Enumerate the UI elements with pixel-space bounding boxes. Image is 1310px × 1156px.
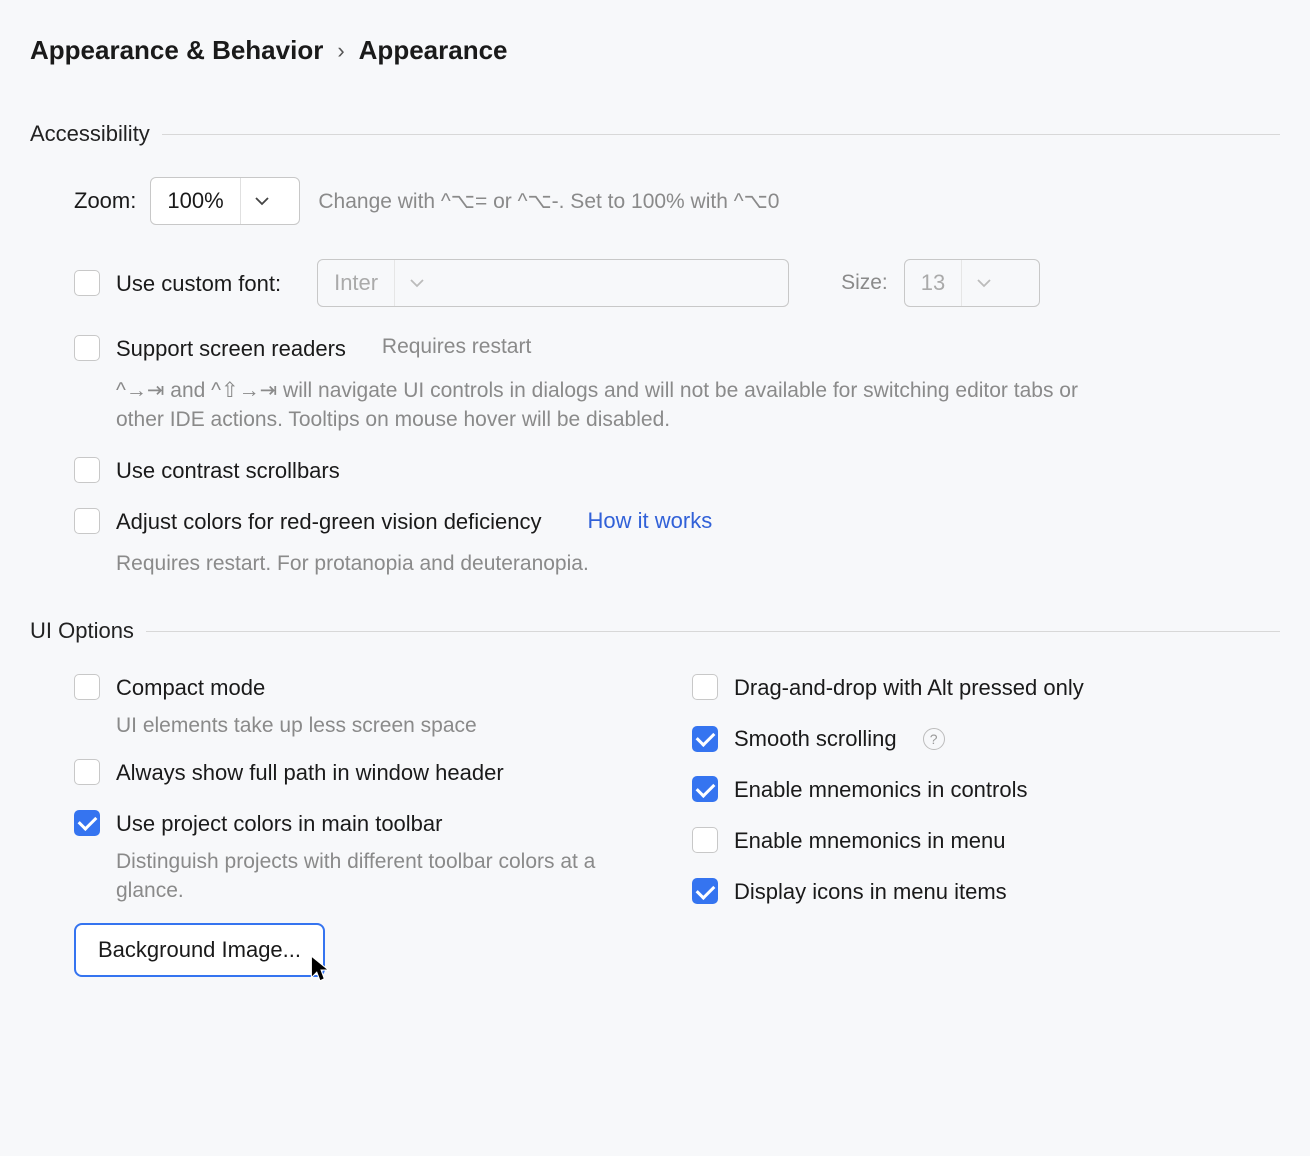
chevron-right-icon: › <box>337 38 344 64</box>
dnd-alt-label: Drag-and-drop with Alt pressed only <box>734 674 1084 701</box>
section-title: UI Options <box>30 618 134 644</box>
screen-readers-label: Support screen readers <box>116 335 346 362</box>
compact-mode-label: Compact mode <box>116 674 265 701</box>
chevron-down-icon[interactable] <box>394 260 438 306</box>
checkbox-full-path[interactable] <box>74 759 100 785</box>
section-title: Accessibility <box>30 121 150 147</box>
font-family-value: Inter <box>318 260 394 306</box>
checkbox-use-custom-font[interactable] <box>74 270 100 296</box>
chevron-down-icon[interactable] <box>240 178 284 224</box>
checkbox-compact-mode[interactable] <box>74 674 100 700</box>
compact-mode-desc: UI elements take up less screen space <box>116 711 662 740</box>
checkbox-screen-readers[interactable] <box>74 335 100 361</box>
help-icon[interactable]: ? <box>923 728 945 750</box>
custom-font-label: Use custom font: <box>116 270 281 297</box>
full-path-label: Always show full path in window header <box>116 759 504 786</box>
mnemonics-menu-label: Enable mnemonics in menu <box>734 827 1005 854</box>
mnemonics-controls-label: Enable mnemonics in controls <box>734 776 1027 803</box>
requires-restart-badge: Requires restart <box>382 335 531 359</box>
font-size-label: Size: <box>841 271 888 295</box>
checkbox-mnemonics-controls[interactable] <box>692 776 718 802</box>
display-icons-label: Display icons in menu items <box>734 878 1007 905</box>
checkbox-project-colors[interactable] <box>74 810 100 836</box>
checkbox-mnemonics-menu[interactable] <box>692 827 718 853</box>
breadcrumb: Appearance & Behavior › Appearance <box>30 35 1280 66</box>
font-size-value: 13 <box>905 260 961 306</box>
smooth-scrolling-label: Smooth scrolling <box>734 725 897 752</box>
section-accessibility: Accessibility <box>30 121 1280 147</box>
checkbox-display-icons[interactable] <box>692 878 718 904</box>
breadcrumb-current: Appearance <box>359 35 508 66</box>
contrast-scrollbars-label: Use contrast scrollbars <box>116 457 340 484</box>
checkbox-smooth-scrolling[interactable] <box>692 726 718 752</box>
background-image-button[interactable]: Background Image... <box>74 923 325 977</box>
zoom-hint: Change with ^⌥= or ^⌥-. Set to 100% with… <box>318 189 779 214</box>
checkbox-dnd-alt[interactable] <box>692 674 718 700</box>
zoom-value: 100% <box>151 178 239 224</box>
chevron-down-icon[interactable] <box>961 260 1005 306</box>
zoom-combo[interactable]: 100% <box>150 177 300 225</box>
color-adjust-desc: Requires restart. For protanopia and deu… <box>116 549 1096 578</box>
color-adjust-label: Adjust colors for red-green vision defic… <box>116 508 542 535</box>
divider <box>146 631 1280 632</box>
project-colors-desc: Distinguish projects with different tool… <box>116 847 596 906</box>
font-family-combo[interactable]: Inter <box>317 259 789 307</box>
checkbox-contrast-scrollbars[interactable] <box>74 457 100 483</box>
font-size-combo[interactable]: 13 <box>904 259 1040 307</box>
section-ui-options: UI Options <box>30 618 1280 644</box>
how-it-works-link[interactable]: How it works <box>588 508 713 534</box>
zoom-label: Zoom: <box>74 188 136 214</box>
breadcrumb-parent[interactable]: Appearance & Behavior <box>30 35 323 66</box>
project-colors-label: Use project colors in main toolbar <box>116 810 442 837</box>
screen-readers-desc: ^→⇥ and ^⇧→⇥ will navigate UI controls i… <box>116 376 1096 435</box>
checkbox-color-adjust[interactable] <box>74 508 100 534</box>
divider <box>162 134 1280 135</box>
